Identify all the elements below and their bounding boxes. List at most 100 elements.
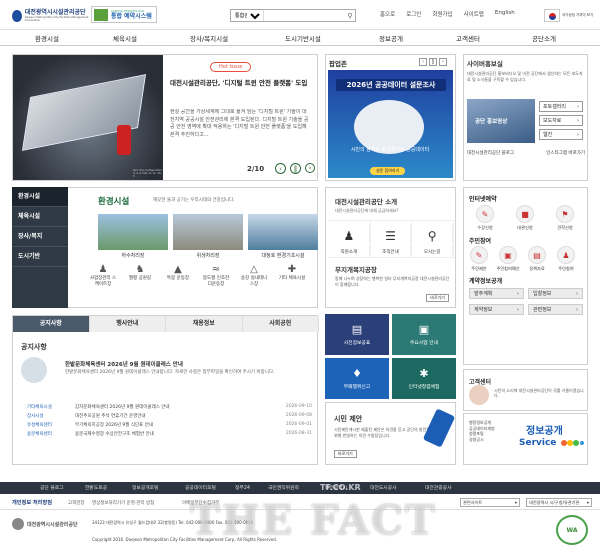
megaphone-icon [21, 357, 47, 383]
facility-icon-2[interactable]: ♞ 월평 공원길 [125, 264, 155, 282]
proposal-more-button[interactable]: 바로가기 [334, 450, 357, 458]
side-tab-urban[interactable]: 도시기반 [12, 247, 68, 267]
nav-urban[interactable]: 도시기반시설 [285, 33, 321, 43]
chevron-down-icon: ▾ [514, 500, 517, 505]
tab-notice[interactable]: 공지사항 [13, 316, 90, 332]
tab-events[interactable]: 행사안내 [89, 316, 166, 332]
footer-policy-link[interactable]: 고객헌장 [68, 500, 85, 506]
home-link[interactable]: 홈으로 [380, 10, 395, 18]
facility-icon-1[interactable]: ♟ 사업장관리 스케이트장 [88, 264, 118, 287]
facility-icon-6[interactable]: ✚ 기타 체육시설 [277, 264, 307, 282]
list-item[interactable]: 기타체육시설 갑자문화체육센터 2026년 9월 원데이클래스 안내 2026-09… [27, 402, 312, 411]
instagram-link[interactable]: 인스타그램 바로가기 [546, 150, 585, 156]
footer-policy-link[interactable]: 영상정보처리기기 운영·관리 방침 [92, 500, 154, 506]
popup-next-button[interactable]: › [439, 58, 447, 66]
nav-about[interactable]: 공단소개 [532, 33, 556, 43]
participate-icon[interactable]: ♟ [557, 246, 575, 264]
facility-icon-3[interactable]: ▲ 특봉 운동장 [163, 264, 193, 282]
footer-link[interactable]: 한밭도로공 [85, 484, 107, 491]
press-release-button[interactable]: 보도자료 › [539, 115, 583, 126]
join-link[interactable]: 회원가입 [432, 10, 452, 18]
featured-notice-title[interactable]: 한밭문화체육센터 2026년 9월 원데이클래스 안내 [65, 360, 183, 368]
footer-link[interactable]: 정부24 [235, 484, 250, 491]
proposal-icon[interactable]: ✎ [470, 246, 488, 264]
sitemap-link[interactable]: 사이트맵 [464, 10, 484, 18]
service-logo-icon [561, 440, 584, 446]
pr-video-thumbnail[interactable]: 공단 홍보영상 [467, 99, 535, 143]
footer-link[interactable]: 정보공개포털 [132, 484, 158, 491]
directions-link[interactable]: ⚲ 오시는길 [412, 221, 455, 257]
side-tab-welfare[interactable]: 장사/복지 [12, 227, 68, 247]
staff-link[interactable]: ♟ 직원소개 [329, 221, 371, 257]
list-item[interactable]: 경영공시 [469, 437, 495, 443]
side-tab-sports[interactable]: 체육시설 [12, 207, 68, 227]
nav-funeral[interactable]: 장사/복지시설 [190, 33, 228, 43]
footer-link[interactable]: 국민권익위원회 [268, 484, 299, 491]
footer-link[interactable]: 공공데이터포털 [185, 484, 216, 491]
tile-business[interactable]: ▣ 주요사업 안내 [392, 314, 456, 355]
side-tab-env[interactable]: 환경시설 [12, 187, 68, 207]
nav-env[interactable]: 환경시설 [35, 33, 59, 43]
popup-message: 시민의 참여로 풍성해지는 공공데이터 [350, 147, 430, 153]
search-input[interactable] [263, 10, 345, 21]
facility-icon-4[interactable]: ≈ 봉도평 인조잔디운동장 [201, 264, 231, 287]
facility-daecheong[interactable]: 대청호 환경기초시설 [248, 214, 318, 259]
proposal-text: 시민제안게시판 제출된 제안은 의견을 듣고 공단의 발전을 위해 반영하는 의… [334, 427, 430, 438]
facility-sanitation[interactable]: 위생처리장 [173, 214, 243, 259]
tour-icon[interactable]: ⚑ [556, 205, 574, 223]
reservation-banner[interactable]: DAEJEON METROPOLITAN 통합 예약시스템 [91, 6, 157, 23]
policy-icon[interactable]: ▤ [528, 246, 546, 264]
english-link[interactable]: English [495, 10, 515, 18]
list-item[interactable]: 행정정보공개 [469, 420, 495, 426]
alarm-icon: ♦ [352, 367, 362, 380]
search-scope-select[interactable]: 통합검색 [231, 11, 263, 20]
nav-sports[interactable]: 체육시설 [113, 33, 137, 43]
footer-link[interactable]: 대전도시공사 [370, 484, 396, 491]
tile-integrity[interactable]: ✱ 인터넷청렴체험 [392, 358, 456, 399]
nav-customer[interactable]: 고객센터 [456, 33, 480, 43]
contract-info-button[interactable]: 계약정보 › [469, 304, 524, 315]
hot-issue-badge: Hot Issue [210, 62, 252, 72]
popup-pause-button[interactable]: ‖ [429, 58, 437, 66]
tab-social[interactable]: 사회공헌 [242, 316, 319, 332]
survey-go-button[interactable]: 설문 참여하기 [370, 167, 406, 175]
photo-gallery-button[interactable]: 포토갤러리 › [539, 101, 583, 112]
list-item[interactable]: 유성체육센터 무기체육지공장 2026년 9월 식단표 안내 2026-09-01 [27, 420, 312, 429]
hero-prev-button[interactable]: ‹ [275, 163, 286, 174]
org-link[interactable]: ☰ 조직안내 [371, 221, 413, 257]
hero-title[interactable]: 대전시설관리공단, '디지털 트윈 안전 플랫폼' 도입 [170, 79, 310, 88]
order-plan-button[interactable]: 발주계획 › [469, 288, 524, 299]
site-logo[interactable]: 대전광역시시설관리공단 Daejeon Metropolitan City Fa… [12, 8, 90, 23]
budget-icon[interactable]: ▣ [499, 246, 517, 264]
footer-link[interactable]: 공단 블로그 [40, 484, 64, 491]
footer-link[interactable]: 대전관광공사 [425, 484, 451, 491]
popup-prev-button[interactable]: ‹ [419, 58, 427, 66]
webzine-button[interactable]: 웹진 › [539, 129, 583, 140]
hero-next-button[interactable]: › [305, 163, 315, 173]
nav-info[interactable]: 정보공개 [379, 33, 403, 43]
hero-counter: 2/10 [247, 165, 265, 173]
tab-recruit[interactable]: 채용정보 [166, 316, 243, 332]
login-link[interactable]: 로그인 [406, 10, 421, 18]
facility-icon-5[interactable]: △ 송강 실내테니스장 [239, 264, 269, 287]
national-emblem[interactable]: 국가상징 가까이 보기 [544, 5, 596, 25]
tile-disclosure[interactable]: ▤ 사전정보공표 [325, 314, 389, 355]
rainbow-more-button[interactable]: 바로가기 [426, 294, 449, 302]
list-item[interactable]: 용문체육센터 용문국제수영장 수상안전구조 체험반 안내 2026-08-31 [27, 429, 312, 438]
chevron-right-icon: › [577, 131, 579, 138]
quick-tiles: ▤ 사전정보공표 ▣ 주요사업 안내 ♦ 부패행위신고 ✱ 인터넷청렴체험 [325, 314, 456, 399]
privacy-policy-link[interactable]: 개인정보 처리방침 [12, 499, 52, 506]
course-icon[interactable]: ✎ [476, 205, 494, 223]
related-site-select[interactable]: 관련사이트 ▾ [460, 498, 520, 507]
rental-icon[interactable]: ■ [516, 205, 534, 223]
tile-corruption[interactable]: ♦ 부패행위신고 [325, 358, 389, 399]
hero-pause-button[interactable]: ‖ [290, 163, 301, 174]
search-icon[interactable]: ⚲ [345, 10, 355, 21]
agency-site-select[interactable]: 대전광역시 시/구청/유관기관 ▾ [526, 498, 592, 507]
bid-info-button[interactable]: 입찰정보 › [528, 288, 583, 299]
facility-sewage[interactable]: 하수처리장 [98, 214, 168, 259]
info-open-service[interactable]: 행정정보공개 공공데이터개방 청렴포털 경영공시 정보공개 Service [463, 413, 588, 465]
related-info-button[interactable]: 관련정보 › [528, 304, 583, 315]
blog-link[interactable]: 대전시설관리공단 블로그 [467, 150, 514, 156]
list-item[interactable]: 장사시설 대전추모공원 추석 연휴기간 운영안내 2026-09-08 [27, 411, 312, 420]
